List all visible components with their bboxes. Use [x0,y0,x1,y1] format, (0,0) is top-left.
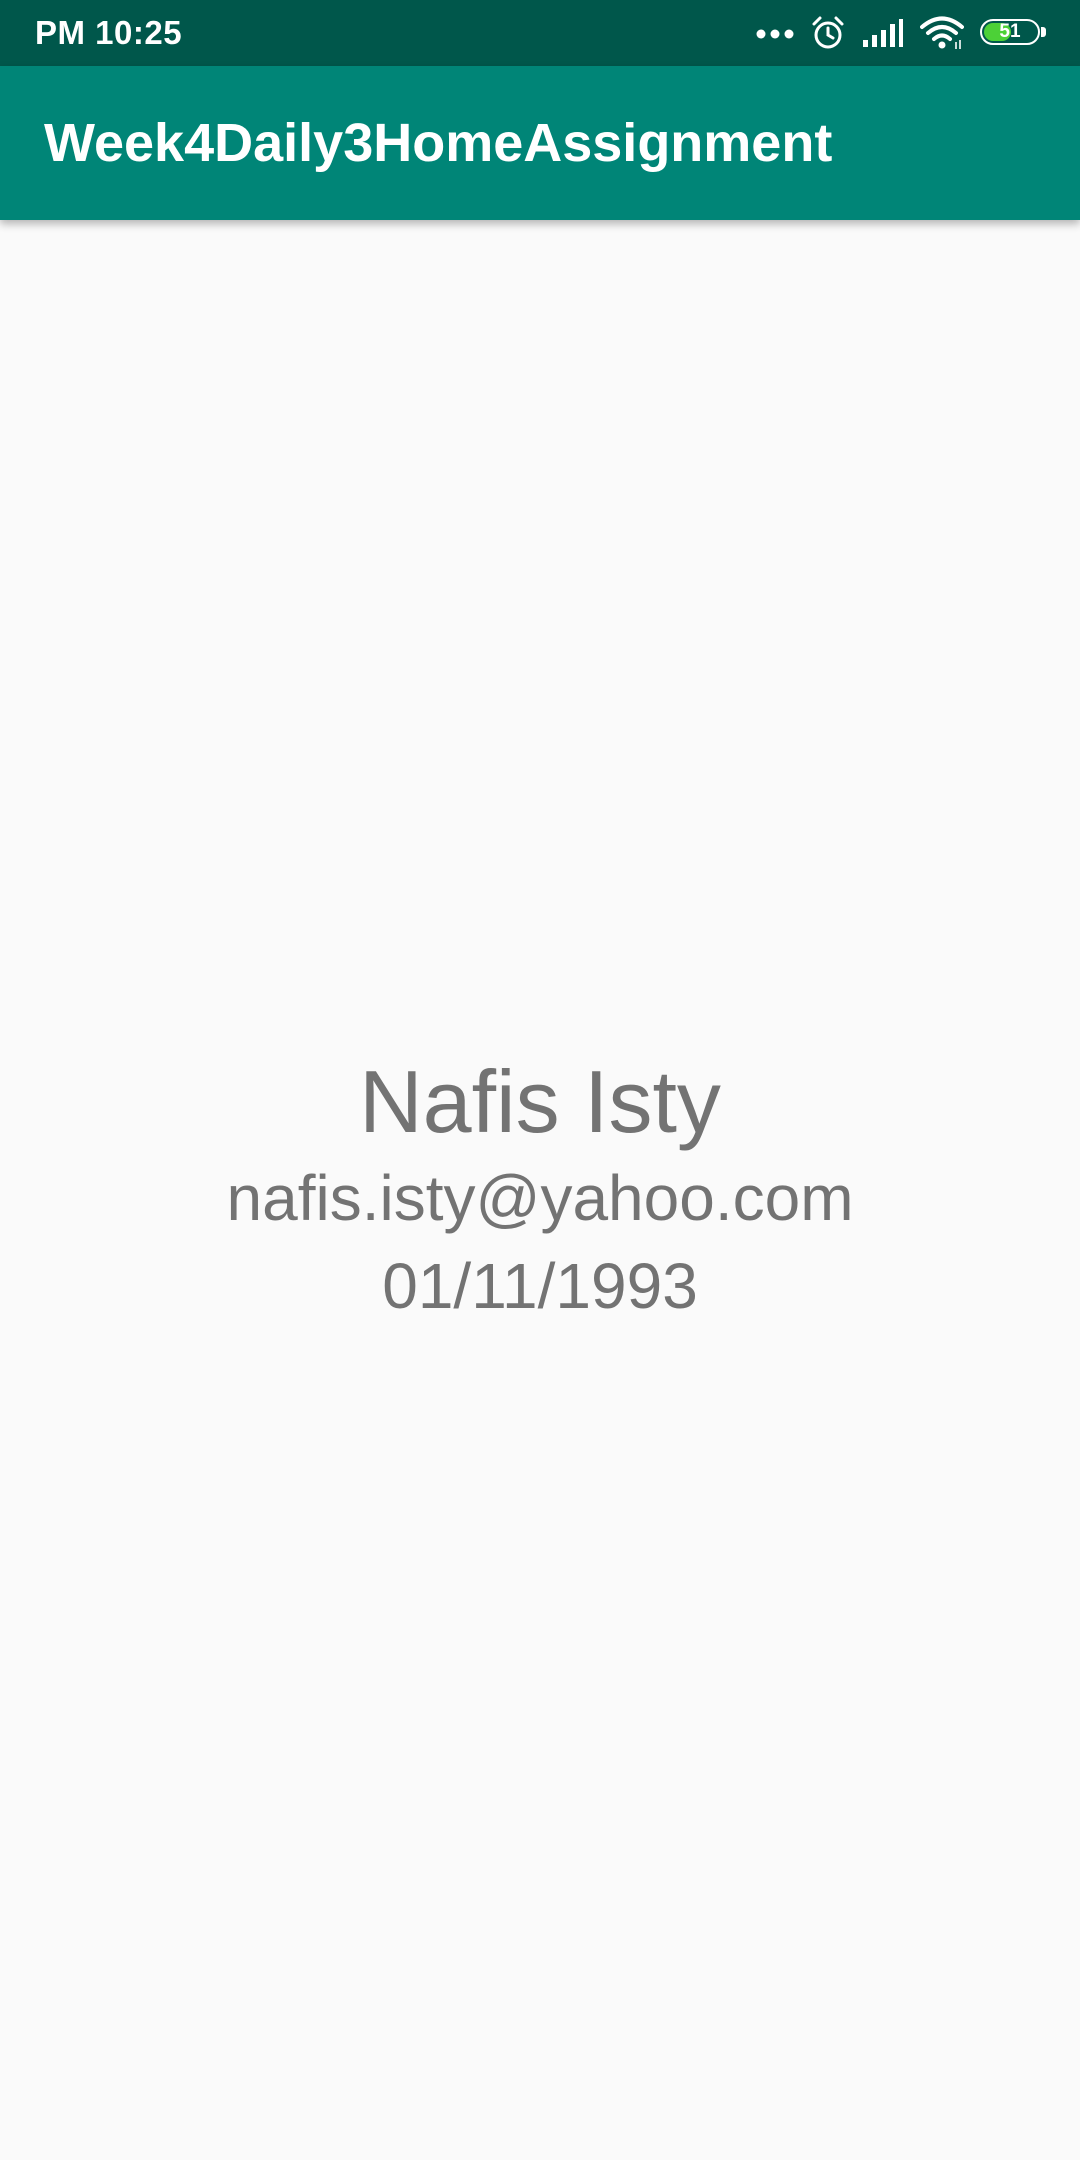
profile-name: Nafis Isty [359,1052,721,1151]
profile-email: nafis.isty@yahoo.com [226,1162,854,1234]
battery-level: 51 [999,21,1021,42]
app-bar: Week4Daily3HomeAssignment [0,66,1080,220]
app-title: Week4Daily3HomeAssignment [44,113,833,173]
status-icons: 51 [756,0,1046,66]
battery-icon: 51 [980,19,1046,47]
signal-icon [862,18,904,48]
status-time: PM 10:25 [35,14,183,51]
more-dots-icon [756,27,794,39]
profile-dob: 01/11/1993 [382,1250,698,1322]
main-content: Nafis Isty nafis.isty@yahoo.com 01/11/19… [0,220,1080,2160]
status-bar: PM 10:25 51 [0,0,1080,66]
alarm-icon [810,15,846,51]
profile-card: Nafis Isty nafis.isty@yahoo.com 01/11/19… [0,1050,1080,1330]
wifi-icon [920,16,964,50]
